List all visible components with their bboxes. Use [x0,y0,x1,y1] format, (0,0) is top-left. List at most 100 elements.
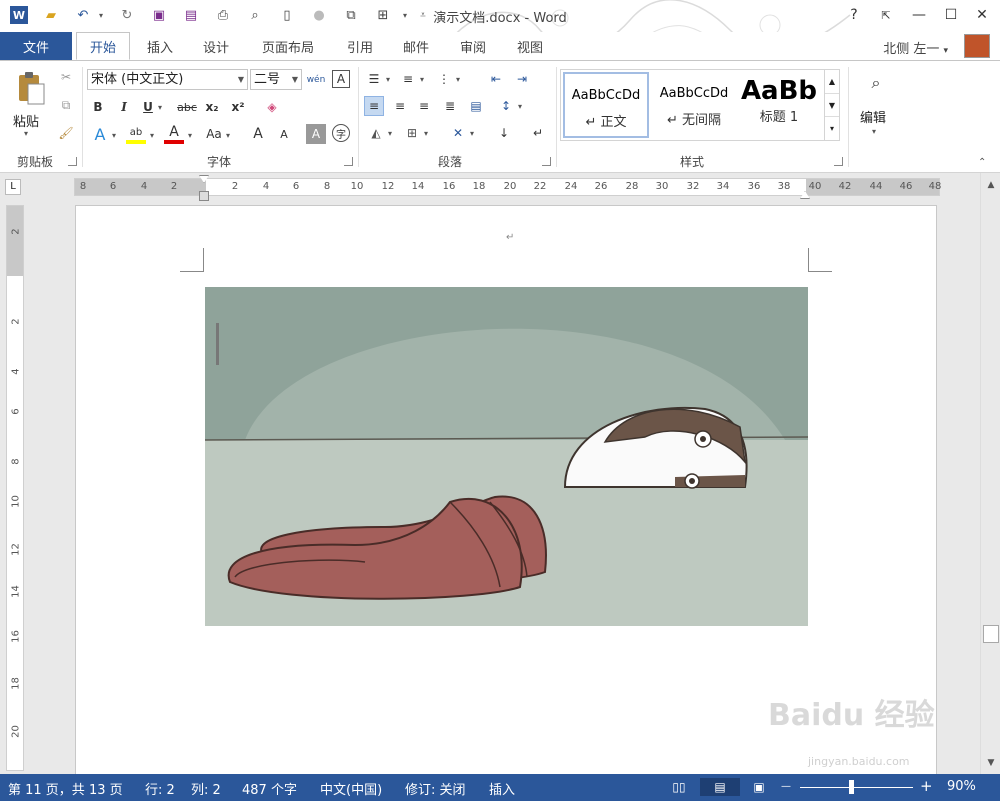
font-color-dropdown-icon[interactable]: ▾ [188,131,192,140]
customize-qat-icon[interactable]: ⩡ [414,6,432,24]
new-icon[interactable]: ▯ [278,6,296,24]
scroll-up-icon[interactable]: ▲ [983,177,999,193]
styles-launcher-icon[interactable] [834,157,843,166]
tab-view[interactable]: 视图 [504,32,556,60]
grow-font-button[interactable]: A [248,124,268,144]
phonetic-guide-icon[interactable]: wén [306,70,326,90]
status-page[interactable]: 第 11 页，共 13 页 [8,779,123,798]
align-center-icon[interactable]: ≡ [390,96,410,116]
format-painter-icon[interactable]: 🖌 [56,123,76,143]
minimize-button[interactable]: — [905,4,933,26]
font-size-select[interactable]: 二号 ▼ [250,69,302,90]
align-right-icon[interactable]: ≡ [414,96,434,116]
undo-dropdown-icon[interactable]: ▾ [92,6,110,24]
chinese-layout-dropdown-icon[interactable]: ▾ [470,129,474,138]
tab-review[interactable]: 审阅 [447,32,499,60]
tab-page-layout[interactable]: 页面布局 [248,32,328,60]
copy-icon[interactable]: ⧉ [56,95,76,115]
underline-button[interactable]: U [138,97,158,117]
collapse-ribbon-icon[interactable]: ⌃ [978,157,986,168]
status-insert-mode[interactable]: 插入 [489,779,515,798]
status-word-count[interactable]: 487 个字 [242,779,297,798]
strikethrough-button[interactable]: abc [174,97,200,117]
numbering-dropdown-icon[interactable]: ▾ [420,75,424,84]
align-left-icon[interactable]: ≡ [364,96,384,116]
multilevel-dropdown-icon[interactable]: ▾ [456,75,460,84]
bold-button[interactable]: B [88,97,108,117]
line-spacing-icon[interactable]: ↕ [496,96,516,116]
print-preview-icon[interactable]: ⎙ [214,6,232,24]
document-page[interactable]: ↵ [75,205,937,774]
zoom-in-button[interactable]: + [920,777,933,795]
shading-icon[interactable]: ◭ [366,123,386,143]
more-styles-icon[interactable]: ▾ [825,116,839,139]
tab-mailings[interactable]: 邮件 [390,32,442,60]
borders-dropdown-icon[interactable]: ▾ [424,129,428,138]
bullets-dropdown-icon[interactable]: ▾ [386,75,390,84]
find-icon[interactable]: ⌕ [246,6,264,24]
vertical-scrollbar[interactable]: ▲ ▼ [980,173,1000,774]
save-icon[interactable]: ▣ [150,6,168,24]
change-case-button[interactable]: Aa [202,124,226,144]
tab-references[interactable]: 引用 [334,32,386,60]
zoom-slider-track[interactable] [800,787,913,788]
tab-file[interactable]: 文件 [0,32,72,60]
table-dropdown-icon[interactable]: ▾ [396,6,414,24]
clear-formatting-icon[interactable]: ◈ [262,97,282,117]
scroll-down-icon[interactable]: ▼ [825,93,839,116]
tab-insert[interactable]: 插入 [134,32,186,60]
font-color-icon[interactable]: A [164,124,184,144]
paragraph-launcher-icon[interactable] [542,157,551,166]
left-indent-marker[interactable] [199,191,209,201]
binoculars-icon[interactable]: ⌕ [864,71,888,95]
text-effects-dropdown-icon[interactable]: ▾ [112,131,116,140]
zoom-out-button[interactable]: — [781,781,791,792]
numbering-icon[interactable]: ≡ [398,69,418,89]
font-launcher-icon[interactable] [344,157,353,166]
style-no-spacing[interactable]: AaBbCcDd ↵ 无间隔 [651,72,737,138]
table-icon[interactable]: ⊞ [374,6,392,24]
style-normal[interactable]: AaBbCcDd ↵ 正文 [563,72,649,138]
scroll-up-icon[interactable]: ▲ [825,70,839,93]
tab-home[interactable]: 开始 [76,32,130,60]
highlight-icon[interactable]: ab [126,124,146,144]
save-as-icon[interactable]: ▤ [182,6,200,24]
scroll-down-icon[interactable]: ▼ [983,755,999,771]
zoom-slider-thumb[interactable] [849,780,854,794]
line-spacing-dropdown-icon[interactable]: ▾ [518,102,522,111]
justify-icon[interactable]: ≣ [440,96,460,116]
character-border-icon[interactable]: A [332,70,350,88]
open-icon[interactable]: ▰ [42,6,60,24]
help-button[interactable]: ? [840,4,868,26]
paste-button[interactable]: 粘贴 [13,111,39,130]
distributed-icon[interactable]: ▤ [466,96,486,116]
vertical-ruler-strip[interactable]: 2 2 4 6 8 10 12 14 16 18 20 [6,205,24,771]
status-language[interactable]: 中文(中国) [320,779,382,798]
multilevel-list-icon[interactable]: ⋮ [434,69,454,89]
ribbon-display-button[interactable]: ⇱ [872,4,900,26]
change-case-dropdown-icon[interactable]: ▾ [226,131,230,140]
redo-icon[interactable]: ↻ [118,6,136,24]
shading-dropdown-icon[interactable]: ▾ [388,129,392,138]
italic-button[interactable]: I [114,97,134,117]
close-button[interactable]: ✕ [968,4,996,26]
scrollbar-thumb[interactable] [983,625,999,643]
style-heading-1[interactable]: AaBb 标题 1 [739,72,819,138]
print-layout-icon[interactable]: ▤ [700,778,740,796]
editing-button[interactable]: 编辑 [860,107,886,126]
shrink-font-button[interactable]: A [274,124,294,144]
tab-selector[interactable]: L [5,179,21,195]
sort-icon[interactable]: ↓ [494,123,514,143]
editing-dropdown-icon[interactable]: ▾ [872,127,876,136]
zoom-level[interactable]: 90% [947,779,976,794]
paste-dropdown-icon[interactable]: ▾ [24,129,28,138]
text-effects-icon[interactable]: A [90,124,110,144]
chinese-layout-icon[interactable]: ✕ [448,123,468,143]
word-icon[interactable]: W [10,6,28,24]
superscript-button[interactable]: x² [228,97,248,117]
increase-indent-icon[interactable]: ⇥ [512,69,532,89]
clipboard-launcher-icon[interactable] [68,157,77,166]
picture-icon[interactable]: ⧉ [342,6,360,24]
subscript-button[interactable]: x₂ [202,97,222,117]
cut-icon[interactable]: ✂ [56,67,76,87]
